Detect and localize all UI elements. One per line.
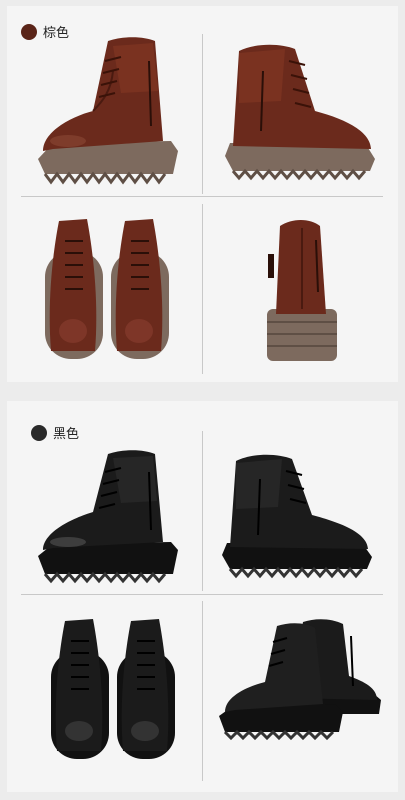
divider-horizontal — [21, 196, 383, 197]
black-color-text: 黑色 — [53, 427, 80, 442]
brown-boot-side-right-image — [225, 31, 385, 186]
black-boot-side-left-image — [33, 446, 183, 586]
divider-horizontal — [21, 594, 383, 595]
divider-vertical-top — [202, 34, 203, 194]
brown-variant-panel: 棕色 — [7, 6, 398, 382]
color-label-black: 黑色 — [31, 423, 79, 442]
brown-boot-side-left-image — [33, 31, 183, 186]
divider-vertical-top — [202, 431, 203, 591]
brown-boots-front-pair-image — [43, 211, 173, 361]
divider-vertical-bottom — [202, 601, 203, 781]
black-swatch-icon — [31, 424, 47, 441]
black-boots-angled-pair-image — [219, 616, 384, 746]
black-boot-side-right-image — [222, 443, 382, 583]
black-boots-front-pair-image — [49, 611, 179, 761]
black-variant-panel: 黑色 — [7, 401, 398, 792]
brown-boot-back-image — [262, 214, 342, 364]
divider-vertical-bottom — [202, 204, 203, 374]
